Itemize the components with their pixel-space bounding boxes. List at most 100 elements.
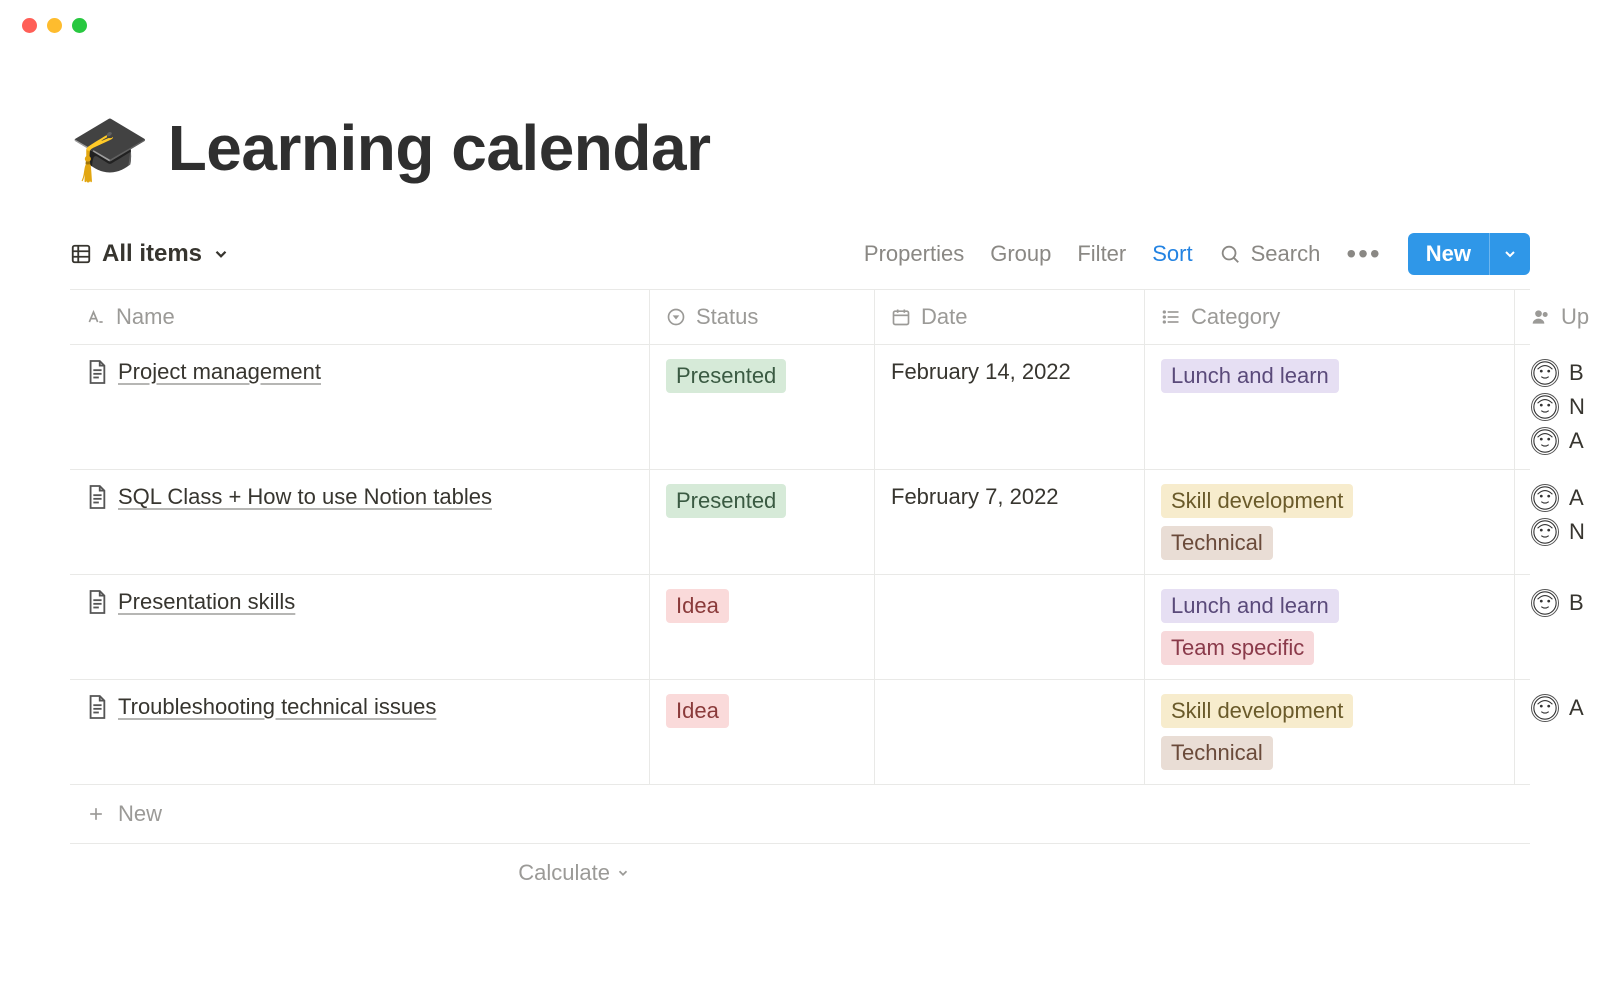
row-title[interactable]: Presentation skills xyxy=(118,589,295,615)
properties-button[interactable]: Properties xyxy=(864,241,964,267)
status-badge: Presented xyxy=(666,484,786,518)
text-property-icon xyxy=(86,307,106,327)
column-label: Date xyxy=(921,304,967,330)
category-badge: Lunch and learn xyxy=(1161,589,1339,623)
new-button-dropdown[interactable] xyxy=(1489,233,1530,275)
calculate-label: Calculate xyxy=(518,860,610,886)
page-icon[interactable]: 🎓 xyxy=(70,116,150,180)
page-header: 🎓 Learning calendar xyxy=(70,111,1530,185)
cell-status[interactable]: Idea xyxy=(650,575,875,679)
avatar xyxy=(1531,694,1559,722)
cell-category[interactable]: Lunch and learn xyxy=(1145,345,1515,469)
cell-status[interactable]: Presented xyxy=(650,470,875,574)
sort-button[interactable]: Sort xyxy=(1152,241,1192,267)
add-row-label: New xyxy=(118,801,162,827)
cell-date[interactable] xyxy=(875,680,1145,784)
column-label: Status xyxy=(696,304,758,330)
cell-status[interactable]: Idea xyxy=(650,680,875,784)
view-switcher[interactable]: All items xyxy=(70,240,230,268)
more-options-button[interactable]: ••• xyxy=(1346,238,1381,270)
person-initial: A xyxy=(1569,485,1584,511)
category-badge: Lunch and learn xyxy=(1161,359,1339,393)
column-label: Name xyxy=(116,304,175,330)
status-badge: Presented xyxy=(666,359,786,393)
date-property-icon xyxy=(891,307,911,327)
table-row[interactable]: Troubleshooting technical issues Idea Skil… xyxy=(70,680,1530,785)
calculate-button[interactable]: Calculate xyxy=(70,860,650,886)
view-name: All items xyxy=(102,240,202,268)
plus-icon xyxy=(86,804,106,824)
person: A xyxy=(1531,484,1584,512)
new-button-label: New xyxy=(1408,233,1489,275)
cell-date[interactable]: February 7, 2022 xyxy=(875,470,1145,574)
person-initial: B xyxy=(1569,360,1584,386)
person-initial: N xyxy=(1569,519,1585,545)
cell-name[interactable]: Project management xyxy=(70,345,650,469)
chevron-down-icon xyxy=(212,245,230,263)
window-controls xyxy=(0,0,1600,51)
column-header-status[interactable]: Status xyxy=(650,290,875,344)
select-property-icon xyxy=(666,307,686,327)
database-table: Name Status Date Category Up Project man… xyxy=(70,289,1530,902)
avatar xyxy=(1531,359,1559,387)
new-button[interactable]: New xyxy=(1408,233,1530,275)
cell-date[interactable] xyxy=(875,575,1145,679)
cell-name[interactable]: Troubleshooting technical issues xyxy=(70,680,650,784)
table-row[interactable]: Presentation skills Idea Lunch and learnTe… xyxy=(70,575,1530,680)
avatar xyxy=(1531,589,1559,617)
cell-people[interactable]: B xyxy=(1515,575,1600,679)
cell-date[interactable]: February 14, 2022 xyxy=(875,345,1145,469)
filter-button[interactable]: Filter xyxy=(1077,241,1126,267)
avatar xyxy=(1531,393,1559,421)
row-title[interactable]: Troubleshooting technical issues xyxy=(118,694,436,720)
avatar xyxy=(1531,484,1559,512)
person-initial: B xyxy=(1569,590,1584,616)
cell-category[interactable]: Lunch and learnTeam specific xyxy=(1145,575,1515,679)
row-title[interactable]: SQL Class + How to use Notion tables xyxy=(118,484,492,510)
search-button[interactable]: Search xyxy=(1219,241,1321,267)
person: A xyxy=(1531,694,1584,722)
category-badge: Technical xyxy=(1161,526,1273,560)
column-header-date[interactable]: Date xyxy=(875,290,1145,344)
cell-people[interactable]: A xyxy=(1515,680,1600,784)
chevron-down-icon xyxy=(1502,246,1518,262)
column-header-people[interactable]: Up xyxy=(1515,290,1600,344)
column-label: Category xyxy=(1191,304,1280,330)
column-header-category[interactable]: Category xyxy=(1145,290,1515,344)
chevron-down-icon xyxy=(616,866,630,880)
person: B xyxy=(1531,589,1584,617)
person: N xyxy=(1531,393,1585,421)
add-row-button[interactable]: New xyxy=(70,785,1530,844)
cell-people[interactable]: BNA xyxy=(1515,345,1600,469)
search-label: Search xyxy=(1251,241,1321,267)
cell-name[interactable]: Presentation skills xyxy=(70,575,650,679)
cell-people[interactable]: AN xyxy=(1515,470,1600,574)
status-badge: Idea xyxy=(666,589,729,623)
cell-name[interactable]: SQL Class + How to use Notion tables xyxy=(70,470,650,574)
page-title[interactable]: Learning calendar xyxy=(168,111,711,185)
column-header-name[interactable]: Name xyxy=(70,290,650,344)
close-window-button[interactable] xyxy=(22,18,37,33)
column-label: Up xyxy=(1561,304,1589,330)
multiselect-property-icon xyxy=(1161,307,1181,327)
cell-category[interactable]: Skill development Technical xyxy=(1145,470,1515,574)
person-initial: N xyxy=(1569,394,1585,420)
person: B xyxy=(1531,359,1584,387)
category-badge: Skill development xyxy=(1161,484,1353,518)
person-initial: A xyxy=(1569,428,1584,454)
avatar xyxy=(1531,518,1559,546)
minimize-window-button[interactable] xyxy=(47,18,62,33)
table-row[interactable]: SQL Class + How to use Notion tables Pres… xyxy=(70,470,1530,575)
database-toolbar: All items Properties Group Filter Sort S… xyxy=(70,233,1530,289)
maximize-window-button[interactable] xyxy=(72,18,87,33)
person-property-icon xyxy=(1531,307,1551,327)
group-button[interactable]: Group xyxy=(990,241,1051,267)
page-icon xyxy=(86,589,108,615)
person-initial: A xyxy=(1569,695,1584,721)
cell-status[interactable]: Presented xyxy=(650,345,875,469)
row-title[interactable]: Project management xyxy=(118,359,321,385)
cell-category[interactable]: Skill developmentTechnical xyxy=(1145,680,1515,784)
page-icon xyxy=(86,359,108,385)
table-row[interactable]: Project management Presented February 14, … xyxy=(70,345,1530,470)
search-icon xyxy=(1219,243,1241,265)
